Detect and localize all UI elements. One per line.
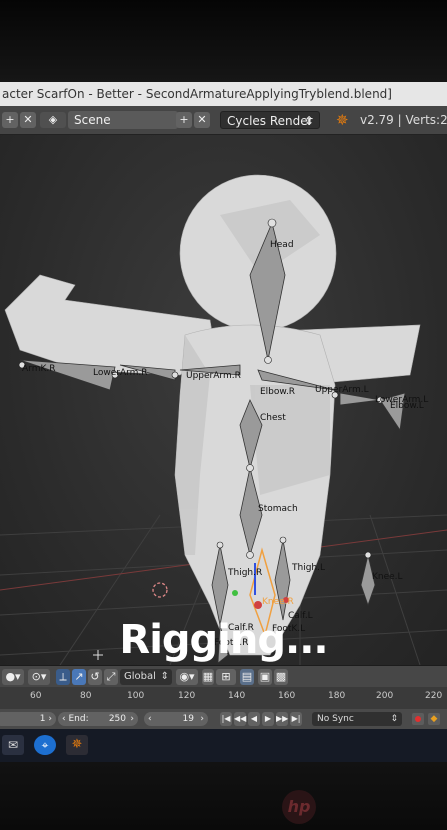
render-engine-select[interactable]: Cycles Render ⇕ [220,111,320,129]
bone-label-elbow-r: Elbow.R [260,387,296,397]
video-caption: Rigging... [119,617,328,663]
monitor-bezel-top [0,0,447,82]
current-frame-field[interactable]: ‹ 19 › [144,712,208,726]
sync-mode-label: No Sync [317,714,354,724]
dropdown-arrows-icon: ⇕ [303,114,314,128]
pivot-point-icon[interactable]: ◉▾ [176,669,198,685]
render-animation-icon[interactable]: ▩ [274,669,288,685]
close-screen-icon[interactable]: ✕ [20,112,36,128]
bone-label-thigh-r: Thigh.R [228,568,263,578]
timeline-tick: 120 [178,691,196,701]
version-stats: v2.79 | Verts:2/32 | [360,113,447,127]
mode-select-icon[interactable]: ●▾ [2,669,24,685]
bone-label-elbow-l: Elbow.L [390,401,424,411]
end-frame-label: End: [68,714,89,724]
increment-arrow-icon: › [130,714,134,724]
snap-element-icon[interactable]: ⊞ [216,669,236,685]
orientation-select[interactable]: Global ⇕ [120,669,172,685]
mail-icon[interactable]: ✉ [2,735,24,755]
dropdown-arrows-icon: ⇕ [390,714,398,724]
timeline-ruler[interactable]: 60 80 100 120 140 160 180 200 220 [0,687,447,709]
dropdown-arrows-icon: ⇕ [160,671,169,682]
timeline-tick: 220 [425,691,443,701]
play-icon[interactable]: ▶ [262,712,274,726]
timeline-tick: 100 [127,691,145,701]
timeline-tick: 60 [30,691,42,701]
start-frame-field[interactable]: 1 › [0,712,56,726]
maps-pin-icon[interactable]: ⌖ [34,735,56,755]
timeline-tick: 180 [328,691,346,701]
snap-icon[interactable]: ▦ [202,669,214,685]
render-engine-label: Cycles Render [227,114,313,128]
translate-icon[interactable]: ↗ [72,669,86,685]
timeline-tick: 200 [376,691,394,701]
scale-icon[interactable]: ⤢ [104,669,118,685]
add-screen-icon[interactable]: + [2,112,18,128]
bone-label-head: Head [270,240,294,250]
bone-label-knee-r: Knee.R [262,597,294,607]
jump-start-icon[interactable]: |◀ [220,712,232,726]
record-button[interactable] [412,713,424,725]
bone-tail-red [254,601,262,609]
manipulator-icon[interactable]: ⟂ [56,669,70,685]
3d-cursor[interactable] [152,582,168,598]
end-frame-field[interactable]: ‹ End: 250 › [58,712,138,726]
bone-label-upperarm-r: UpperArm.R [186,371,241,381]
hp-logo: hp [282,790,316,824]
scene-selector-icon[interactable]: ◈ [40,112,66,128]
bone-label-upperarm-l: UpperArm.L [315,385,369,395]
play-reverse-icon[interactable]: ◀ [248,712,260,726]
record-icon [415,716,421,722]
sync-mode-select[interactable]: No Sync ⇕ [312,712,402,726]
render-preview-icon[interactable]: ▣ [258,669,272,685]
timeline-tick: 160 [278,691,296,701]
bone-label-arm-r: ArmK.R [22,364,56,374]
timeline-tick: 140 [228,691,246,701]
bone-label-knee-l: Knee.L [372,572,403,582]
monitor-bezel-bottom: hp [0,762,447,830]
bone-label-stomach: Stomach [258,504,298,514]
prev-keyframe-icon[interactable]: ◀◀ [234,712,246,726]
bone-label-chest: Chest [260,413,286,423]
window-title: acter ScarfOn - Better - SecondArmatureA… [0,82,447,106]
start-frame-value: 1 [39,714,46,724]
rotate-icon[interactable]: ↺ [88,669,102,685]
timeline-controls: 1 › ‹ End: 250 › ‹ 19 › |◀ ◀◀ ◀ ▶ ▶▶ ▶| … [0,709,447,729]
bone-head-green [232,590,238,596]
bone-label-lowerarm-r: LowerArm.R [93,368,148,378]
increment-arrow-icon: › [200,714,204,724]
orientation-label: Global [124,671,156,682]
viewport-header: ●▾ ⊙▾ ⟂ ↗ ↺ ⤢ Global ⇕ ◉▾ ▦ ⊞ ▤ ▣ ▩ [0,665,447,688]
pivot-select-icon[interactable]: ⊙▾ [28,669,50,685]
layer-icon[interactable]: ▤ [240,669,254,685]
info-header: + ✕ ◈ Scene + ✕ Cycles Render ⇕ ✵ v2.79 … [0,106,447,135]
jump-end-icon[interactable]: ▶| [290,712,302,726]
timeline-tick: 80 [80,691,92,701]
blender-logo-icon: ✵ [336,111,349,129]
keying-set-icon[interactable]: ◆ [428,713,440,725]
end-frame-value: 250 [108,714,126,724]
next-keyframe-icon[interactable]: ▶▶ [276,712,288,726]
bone-label-thigh-l: Thigh.L [292,563,325,573]
3d-viewport[interactable]: Head ArmK.R LowerArm.R UpperArm.R Elbow.… [0,135,447,665]
os-taskbar: ✉ ⌖ ✵ [0,729,447,762]
current-frame-value: 19 [182,714,194,724]
blender-app-icon[interactable]: ✵ [66,735,88,755]
add-scene-icon[interactable]: + [176,112,192,128]
scene-name-field[interactable]: Scene [68,111,178,129]
delete-scene-icon[interactable]: ✕ [194,112,210,128]
